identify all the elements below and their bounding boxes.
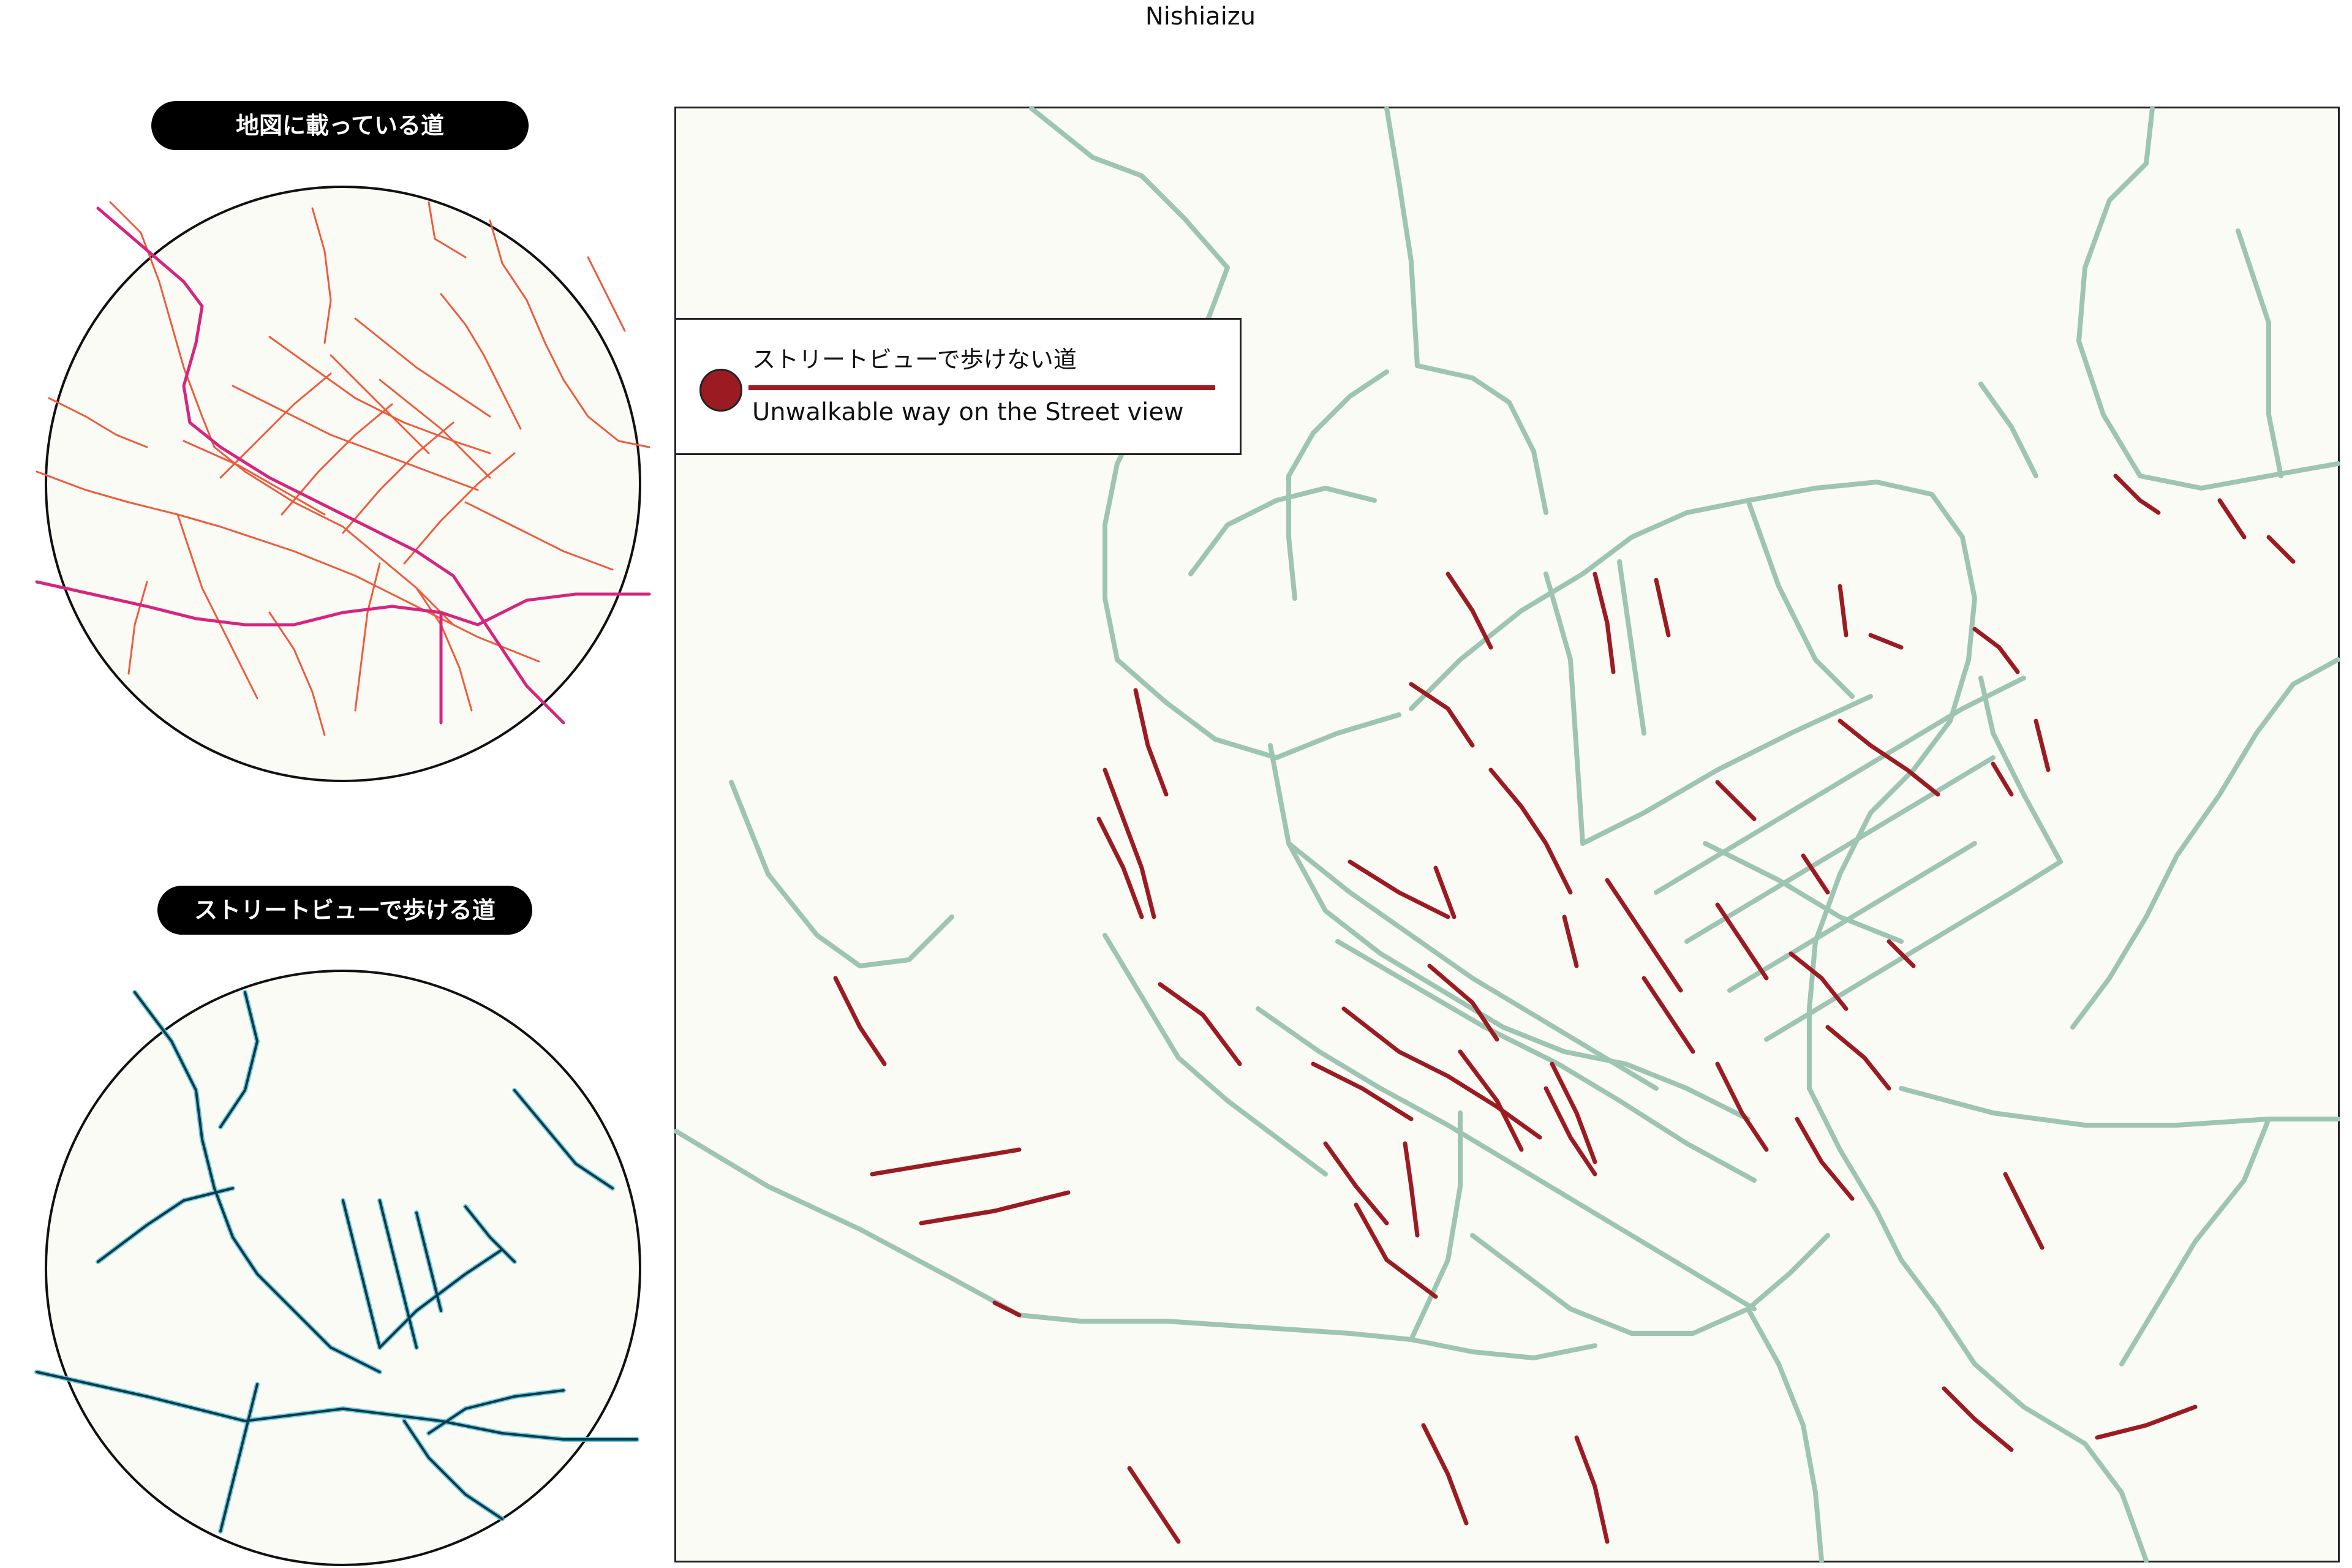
- walkable-roads-label: ストリートビューで歩ける道: [157, 886, 532, 935]
- legend-marker-icon: [699, 369, 742, 412]
- map-roads-circle: [35, 186, 651, 782]
- legend-label-jp: ストリートビューで歩けない道: [752, 346, 1077, 373]
- legend: ストリートビューで歩けない道 Unwalkable way on the Str…: [674, 318, 1242, 455]
- map-roads-label: 地図に載っている道: [151, 101, 529, 150]
- walkable-roads-circle: [34, 970, 641, 1566]
- legend-line-swatch: [748, 385, 1215, 390]
- page-title: Nishiaizu: [1145, 2, 1256, 31]
- legend-label-en: Unwalkable way on the Street view: [752, 398, 1184, 426]
